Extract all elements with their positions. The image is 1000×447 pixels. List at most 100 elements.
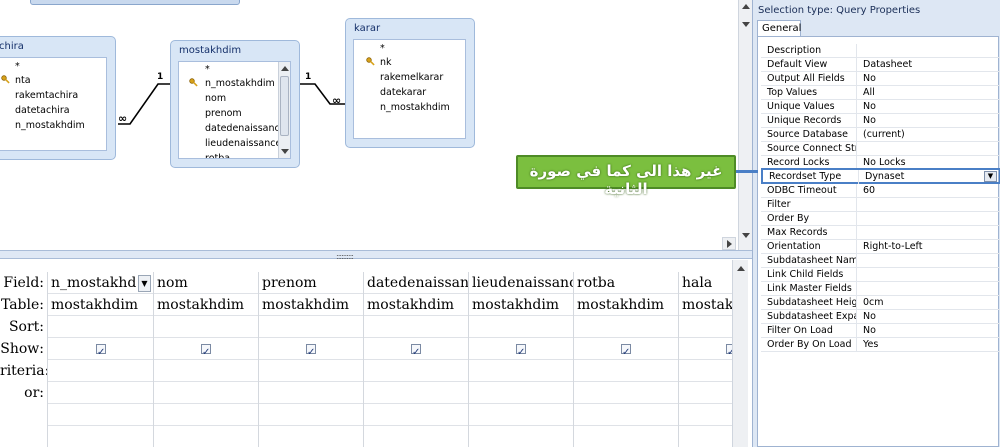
property-row[interactable]: Unique Records No: [761, 114, 1000, 128]
table-cell[interactable]: mostakhdim: [364, 294, 468, 316]
property-value[interactable]: (current): [861, 128, 1000, 142]
show-checkbox[interactable]: [411, 342, 421, 359]
grid-column[interactable]: prenom mostakhdim: [258, 272, 363, 447]
grid-column[interactable]: hala mostak: [678, 272, 732, 447]
property-row[interactable]: Output All Fields No: [761, 72, 1000, 86]
grid-column[interactable]: rotba mostakhdim: [573, 272, 678, 447]
grid-column[interactable]: lieudenaissance mostakhdim: [468, 272, 573, 447]
property-value[interactable]: No: [861, 114, 1000, 128]
field-item[interactable]: nk: [380, 57, 392, 68]
criteria-cell[interactable]: [259, 360, 363, 382]
table-cell[interactable]: mostakhdim: [574, 294, 678, 316]
field-item[interactable]: rotba: [205, 153, 230, 158]
property-row[interactable]: ODBC Timeout 60: [761, 184, 1000, 198]
field-cell[interactable]: rotba: [574, 272, 678, 294]
extra-cell[interactable]: [154, 404, 258, 426]
property-row[interactable]: Filter On Load No: [761, 324, 1000, 338]
show-checkbox[interactable]: [306, 342, 316, 359]
show-checkbox[interactable]: [621, 342, 631, 359]
or-cell[interactable]: [574, 382, 678, 404]
scroll-up-icon[interactable]: [742, 4, 750, 9]
property-value[interactable]: Right-to-Left: [861, 240, 1000, 254]
property-row[interactable]: Description: [761, 44, 1000, 58]
property-row[interactable]: Subdatasheet Expan No: [761, 310, 1000, 324]
property-value[interactable]: [861, 268, 1000, 282]
show-cell[interactable]: [154, 338, 258, 360]
field-cell[interactable]: hala: [679, 272, 732, 294]
tab-general[interactable]: General: [757, 20, 801, 37]
property-value[interactable]: Dynaset: [863, 170, 1000, 184]
criteria-cell[interactable]: [48, 360, 153, 382]
property-row[interactable]: Link Master Fields: [761, 282, 1000, 296]
show-cell[interactable]: [259, 338, 363, 360]
or-cell[interactable]: [364, 382, 468, 404]
property-value[interactable]: [861, 282, 1000, 296]
scroll-down-icon[interactable]: [281, 149, 289, 154]
property-value[interactable]: No: [861, 100, 1000, 114]
field-item[interactable]: lieudenaissance: [205, 138, 281, 149]
or-cell[interactable]: [154, 382, 258, 404]
field-cell[interactable]: datedenaissanc: [364, 272, 468, 294]
property-value[interactable]: [861, 44, 1000, 58]
show-checkbox[interactable]: [201, 342, 211, 359]
property-row-selected[interactable]: Recordset Type Dynaset ▼: [761, 168, 1000, 184]
property-value[interactable]: [861, 198, 1000, 212]
property-value[interactable]: 60: [861, 184, 1000, 198]
field-item[interactable]: datedenaissance: [205, 123, 286, 134]
property-row[interactable]: Orientation Right-to-Left: [761, 240, 1000, 254]
extra-cell[interactable]: [679, 404, 732, 426]
property-row[interactable]: Link Child Fields: [761, 268, 1000, 282]
criteria-cell[interactable]: [679, 360, 732, 382]
show-checkbox[interactable]: [96, 342, 106, 359]
pane-splitter[interactable]: ::::::::::: [0, 250, 752, 261]
field-item[interactable]: datetachira: [15, 105, 70, 116]
property-value[interactable]: No: [861, 324, 1000, 338]
show-cell[interactable]: [574, 338, 678, 360]
table-karar[interactable]: karar * nk rakemelkarar datekarar n_most…: [345, 18, 475, 148]
property-row[interactable]: Filter: [761, 198, 1000, 212]
show-cell[interactable]: [364, 338, 468, 360]
sort-cell[interactable]: [48, 316, 153, 338]
field-item[interactable]: *: [15, 61, 20, 72]
field-item[interactable]: nom: [205, 93, 226, 104]
field-cell[interactable]: nom: [154, 272, 258, 294]
property-row[interactable]: Unique Values No: [761, 100, 1000, 114]
property-row[interactable]: Order By On Load Yes: [761, 338, 1000, 352]
field-item[interactable]: rakemelkarar: [380, 72, 443, 83]
property-value[interactable]: [861, 226, 1000, 240]
table-cell[interactable]: mostakhdim: [154, 294, 258, 316]
scroll-right-icon[interactable]: [722, 237, 736, 250]
criteria-cell[interactable]: [154, 360, 258, 382]
property-row[interactable]: Order By: [761, 212, 1000, 226]
criteria-cell[interactable]: [469, 360, 573, 382]
extra-cell[interactable]: [48, 404, 153, 426]
or-cell[interactable]: [259, 382, 363, 404]
show-cell[interactable]: [469, 338, 573, 360]
table-cell[interactable]: mostakhdim: [469, 294, 573, 316]
sort-cell[interactable]: [364, 316, 468, 338]
field-item[interactable]: n_mostakhdim: [15, 120, 85, 131]
sort-cell[interactable]: [574, 316, 678, 338]
scroll-thumb[interactable]: [280, 76, 289, 136]
field-item[interactable]: datekarar: [380, 87, 426, 98]
chevron-down-icon[interactable]: ▼: [138, 275, 151, 292]
scroll-down-icon[interactable]: [742, 233, 750, 238]
show-cell[interactable]: [48, 338, 153, 360]
property-value[interactable]: [861, 254, 1000, 268]
sort-cell[interactable]: [154, 316, 258, 338]
property-row[interactable]: Source Database (current): [761, 128, 1000, 142]
grid-column[interactable]: nom mostakhdim: [153, 272, 258, 447]
property-row[interactable]: Subdatasheet Name: [761, 254, 1000, 268]
table-mostakhdim[interactable]: mostakhdim * n_mostakhdim nom prenom dat…: [170, 40, 300, 168]
sort-cell[interactable]: [259, 316, 363, 338]
field-item[interactable]: n_mostakhdim: [380, 102, 450, 113]
property-value[interactable]: Datasheet: [861, 58, 1000, 72]
property-value[interactable]: Yes: [861, 338, 1000, 352]
extra-cell[interactable]: [259, 404, 363, 426]
field-list-scrollbar[interactable]: [278, 62, 290, 158]
show-checkbox[interactable]: [516, 342, 526, 359]
extra-cell[interactable]: [574, 404, 678, 426]
or-cell[interactable]: [48, 382, 153, 404]
field-cell[interactable]: lieudenaissance: [469, 272, 573, 294]
scroll-up-icon[interactable]: [281, 66, 289, 71]
